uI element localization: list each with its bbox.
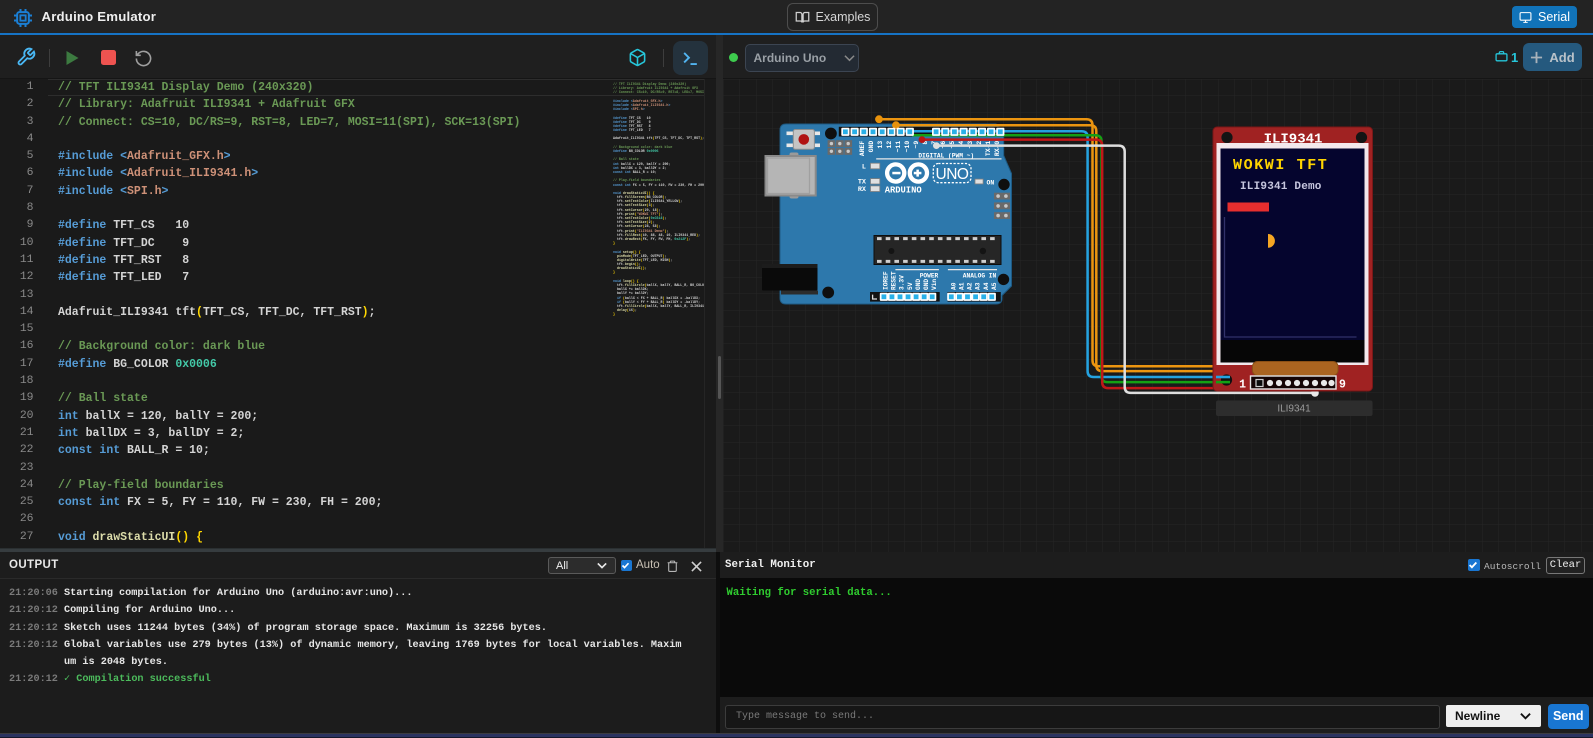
svg-text:5V: 5V (907, 282, 914, 290)
svg-text:Vin: Vin (931, 279, 938, 290)
svg-text:UNO: UNO (936, 166, 969, 183)
svg-text:AREF: AREF (859, 141, 866, 157)
svg-text:L: L (862, 163, 866, 171)
svg-text:A3: A3 (975, 282, 982, 290)
svg-text:GND: GND (915, 279, 922, 290)
svg-text:ON: ON (987, 179, 995, 186)
svg-text:GND: GND (868, 141, 875, 153)
svg-text:TX→1: TX→1 (985, 141, 992, 157)
svg-text:ARDUINO: ARDUINO (885, 185, 922, 195)
svg-text:IOREF: IOREF (883, 271, 890, 290)
svg-text:A4: A4 (983, 282, 990, 290)
svg-text:POWER: POWER (920, 273, 939, 280)
svg-text:A0: A0 (950, 282, 957, 290)
svg-text:13: 13 (877, 141, 884, 149)
svg-text:RX: RX (858, 186, 867, 194)
svg-text:3.3V: 3.3V (899, 275, 906, 290)
svg-text:RX←0: RX←0 (994, 141, 1001, 157)
svg-text:9: 9 (1339, 379, 1346, 392)
svg-text:DIGITAL (PWM ~): DIGITAL (PWM ~) (918, 153, 974, 160)
svg-text:A1: A1 (959, 282, 966, 290)
svg-text:TX: TX (858, 178, 867, 186)
svg-text:ANALOG IN: ANALOG IN (963, 273, 997, 280)
svg-text:RESET: RESET (891, 271, 898, 290)
svg-text:ILI9341: ILI9341 (1277, 404, 1311, 415)
svg-text:~10: ~10 (904, 141, 911, 153)
svg-text:12: 12 (886, 141, 893, 149)
svg-text:4: 4 (958, 141, 965, 145)
svg-text:WOKWI TFT: WOKWI TFT (1233, 157, 1328, 174)
svg-text:1: 1 (1239, 379, 1246, 392)
svg-text:~11: ~11 (895, 141, 902, 153)
svg-text:~9: ~9 (913, 141, 920, 149)
svg-text:A5: A5 (991, 282, 998, 290)
svg-text:2: 2 (976, 141, 983, 145)
svg-text:GND: GND (923, 279, 930, 290)
svg-text:A2: A2 (967, 282, 974, 290)
svg-text:ILI9341 Demo: ILI9341 Demo (1240, 181, 1322, 193)
